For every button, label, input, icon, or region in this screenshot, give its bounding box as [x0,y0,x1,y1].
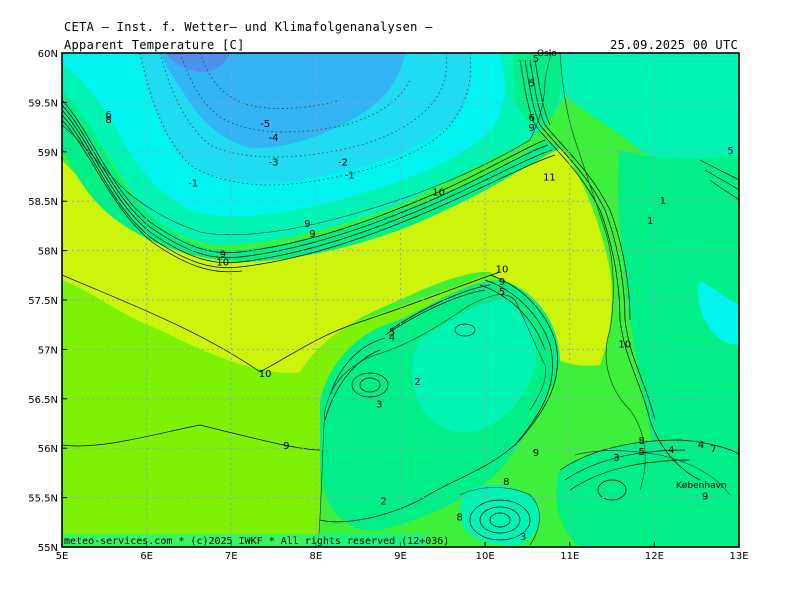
lat-tick-label: 57N [38,345,58,356]
lat-tick-label: 55N [38,543,58,554]
contour-label: -2 [338,158,348,169]
contour-label: 8 [457,512,463,523]
contour-label: 9 [702,492,708,503]
contour-label: 9 [283,441,289,452]
lat-tick-label: 56.5N [28,395,58,406]
contour-label: 2 [380,497,386,508]
contour-label: 2 [414,377,420,388]
contour-label: 9 [533,448,539,459]
contour-label: 5 [638,447,644,458]
contour-label: 3 [613,453,619,464]
contour-label: 10 [496,264,509,275]
copyright-credit: meteo-services.com * (c)2025 IWKF * All … [64,536,449,547]
contour-label: 9 [309,229,315,240]
contour-label: 4 [389,333,395,344]
lon-tick-label: 7E [225,551,238,562]
contour-label: 8 [105,115,111,126]
contour-label: -1 [345,170,355,181]
city-oslo: Oslo [537,49,557,59]
lat-tick-label: 60N [38,49,58,60]
contour-label: 1 [660,196,666,207]
lon-tick-label: 8E [310,551,323,562]
contour-label: -4 [269,133,279,144]
contour-label: 4 [668,445,674,456]
contour-label: 9 [220,250,226,261]
lon-tick-label: 9E [394,551,407,562]
contour-label: 9 [528,123,534,134]
weather-map: -5-4-3 -2-1-16899109101111555691095541010… [28,49,748,562]
contour-label: -5 [260,119,270,130]
contour-label: 11 [543,172,556,183]
contour-label: 7 [710,444,716,455]
contour-label: 8 [638,436,644,447]
city-copenhagen: København [676,481,727,491]
lon-tick-label: 11E [560,551,579,562]
lat-tick-label: 57.5N [28,296,58,307]
contour-label: 5 [528,79,534,90]
lat-tick-label: 58.5N [28,197,58,208]
contour-label: 5 [499,287,505,298]
contour-label: 4 [698,440,704,451]
contour-label: -3 [269,158,279,169]
contour-label: 8 [503,477,509,488]
contour-label: 5 [727,146,733,157]
contour-label: -1 [188,178,198,189]
lat-tick-label: 58N [38,247,58,258]
lon-tick-label: 6E [140,551,153,562]
lon-tick-label: 13E [729,551,748,562]
contour-label: 3 [376,400,382,411]
latitude-axis: 60N 59.5N 59N 58.5N 58N 57.5N 57N 56.5N 56N 55.5N… [28,49,67,554]
contour-label: 1 [647,216,653,227]
contour-label: 3 [520,532,526,543]
lat-tick-label: 55.5N [28,494,58,505]
contour-label: 10 [432,187,445,198]
contour-label: 10 [259,369,272,380]
lat-tick-label: 59N [38,148,58,159]
lat-tick-label: 59.5N [28,98,58,109]
lon-tick-label: 12E [645,551,664,562]
contour-label: 10 [618,339,631,350]
lon-tick-label: 10E [476,551,495,562]
lat-tick-label: 56N [38,444,58,455]
